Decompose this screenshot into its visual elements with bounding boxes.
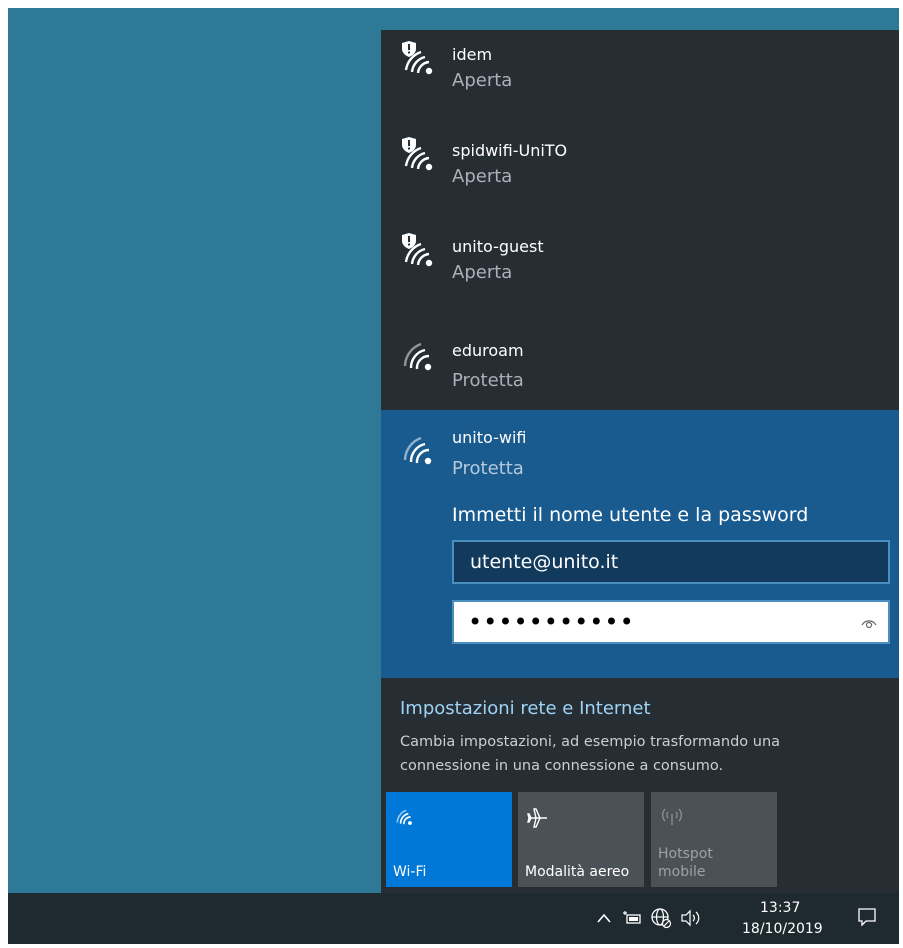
network-settings-description: Cambia impostazioni, ad esempio trasform… (400, 734, 781, 774)
wifi-icon (403, 342, 432, 371)
wifi-toggle-tile[interactable]: Wi-Fi (386, 792, 512, 887)
network-status: Aperta (452, 70, 513, 91)
airplane-mode-tile[interactable]: Modalità aereo (518, 792, 644, 887)
wifi-open-shield-icon (402, 137, 433, 171)
network-name: spidwifi-UniTO (452, 141, 568, 160)
network-item-unito-wifi[interactable]: unito-wifi Protetta Immetti il nome uten… (381, 410, 899, 678)
network-item-unito-guest[interactable]: unito-guest Aperta (381, 222, 899, 318)
wifi-icon (403, 436, 432, 465)
chevron-up-icon[interactable] (596, 912, 612, 924)
screen: idem Aperta spidwifi-UniTO Aperta unito-… (8, 8, 899, 944)
network-status: Protetta (452, 458, 524, 479)
tile-label: Hotspot mobile (658, 845, 713, 881)
network-item-eduroam[interactable]: eduroam Protetta (381, 318, 899, 414)
tile-label: Modalità aereo (525, 864, 630, 880)
volume-icon[interactable] (680, 909, 702, 927)
reveal-password-icon[interactable] (860, 614, 878, 630)
network-name: unito-guest (452, 237, 544, 256)
clock-date[interactable]: 18/10/2019 (742, 921, 823, 937)
network-status: Aperta (452, 262, 513, 283)
network-name: eduroam (452, 341, 524, 360)
wifi-open-shield-icon (402, 233, 433, 267)
clock-time[interactable]: 13:37 (760, 900, 800, 916)
login-prompt: Immetti il nome utente e la password (452, 504, 809, 526)
mobile-hotspot-tile[interactable]: Hotspot mobile (651, 792, 777, 887)
network-status: Protetta (452, 370, 524, 391)
wifi-open-shield-icon (402, 41, 433, 75)
password-box (452, 600, 890, 644)
tile-label-line: Hotspot (658, 846, 713, 862)
network-flyout: idem Aperta spidwifi-UniTO Aperta unito-… (381, 30, 899, 893)
password-field[interactable] (454, 602, 844, 642)
network-item-spidwifi-unito[interactable]: spidwifi-UniTO Aperta (381, 126, 899, 222)
tile-label: Wi-Fi (393, 864, 427, 880)
network-status: Aperta (452, 166, 513, 187)
wifi-icon (396, 809, 412, 825)
network-name: unito-wifi (452, 428, 527, 447)
username-field[interactable] (452, 540, 890, 584)
tile-label-line: mobile (658, 864, 706, 880)
globe-network-icon[interactable] (650, 907, 672, 929)
taskbar: 13:37 18/10/2019 (8, 893, 899, 944)
hotspot-icon (662, 808, 682, 825)
network-settings-link[interactable]: Impostazioni rete e Internet (400, 698, 651, 719)
network-item-idem[interactable]: idem Aperta (381, 30, 899, 126)
network-name: idem (452, 45, 493, 64)
battery-plug-icon[interactable] (622, 910, 642, 926)
action-center-icon[interactable] (857, 907, 877, 927)
airplane-icon (527, 808, 547, 828)
